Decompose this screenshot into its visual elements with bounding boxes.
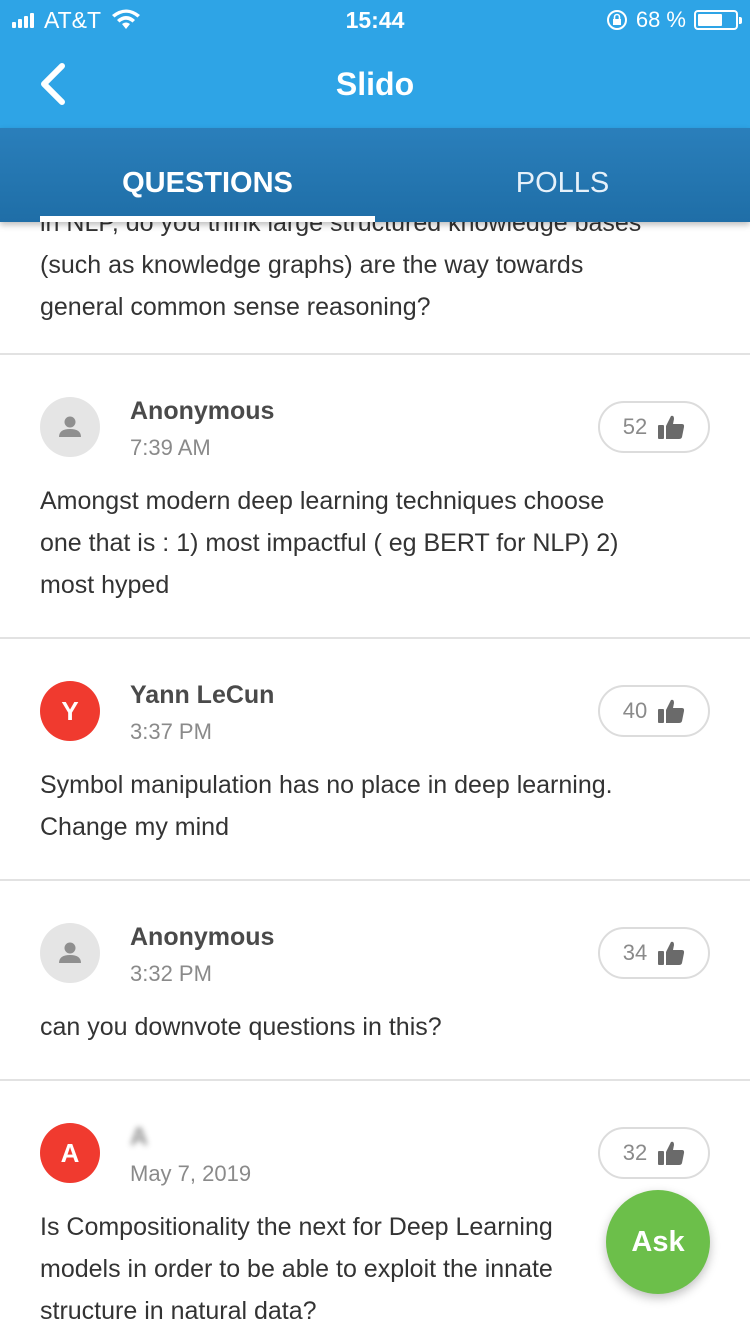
rotation-lock-icon	[606, 10, 627, 30]
question-line: (such as knowledge graphs) are the way t…	[40, 251, 584, 279]
question-line: can you downvote questions in this?	[40, 1013, 442, 1041]
battery-fill	[698, 14, 722, 26]
page-title: Slido	[335, 66, 415, 102]
like-button[interactable]: 32	[598, 1127, 710, 1179]
like-button[interactable]: 52	[598, 401, 710, 453]
like-count: 52	[622, 414, 648, 439]
question-line: in NLP, do you think large structured kn…	[40, 222, 642, 237]
avatar	[40, 397, 100, 457]
battery-percent: 68 %	[635, 7, 686, 32]
nav-bar: Slido	[0, 40, 750, 128]
question-text: Symbol manipulation has no place in deep…	[40, 764, 720, 848]
like-count: 34	[622, 940, 648, 965]
author-name: Anonymous	[130, 923, 275, 951]
question-line: Change my mind	[40, 813, 229, 841]
question-card: Anonymous 3:32 PM 34 can you downvote qu…	[0, 881, 750, 1079]
author-name: Yann LeCun	[130, 681, 275, 709]
question-line: most hyped	[40, 571, 170, 599]
thumbs-up-icon	[658, 415, 685, 439]
battery-icon	[694, 10, 742, 30]
avatar: A	[40, 1123, 100, 1183]
author-name: Anonymous	[130, 397, 275, 425]
author-name: A	[130, 1123, 149, 1151]
tab-polls[interactable]: POLLS	[375, 128, 750, 222]
like-button[interactable]: 34	[598, 927, 710, 979]
question-text: Amongst modern deep learning techniques …	[40, 480, 720, 606]
status-right: 68 %	[606, 0, 742, 40]
question-time: May 7, 2019	[130, 1161, 252, 1186]
thumbs-up-icon	[658, 941, 685, 965]
like-count: 32	[622, 1140, 648, 1165]
like-count: 40	[622, 698, 648, 723]
like-button[interactable]: 40	[598, 685, 710, 737]
status-bar: AT&T 15:44 68 %	[0, 0, 750, 40]
question-time: 3:32 PM	[130, 961, 212, 986]
questions-list[interactable]: in NLP, do you think large structured kn…	[0, 222, 750, 1334]
question-line: general common sense reasoning?	[40, 293, 431, 321]
person-icon	[59, 942, 81, 963]
question-time: 7:39 AM	[130, 435, 211, 460]
question-card: Anonymous 7:39 AM 52 Amongst modern deep…	[0, 355, 750, 637]
thumbs-up-icon	[658, 1141, 685, 1165]
tab-bar: QUESTIONS POLLS	[0, 128, 750, 222]
tab-questions[interactable]: QUESTIONS	[40, 128, 375, 222]
app-header: AT&T 15:44 68 % Slido	[0, 0, 750, 128]
question-line: one that is : 1) most impactful ( eg BER…	[40, 529, 619, 557]
question-line: Amongst modern deep learning techniques …	[40, 487, 605, 515]
person-icon	[59, 416, 81, 437]
question-line: structure in natural data?	[40, 1297, 317, 1325]
question-line: Symbol manipulation has no place in deep…	[40, 771, 613, 799]
question-time: 3:37 PM	[130, 719, 212, 744]
active-tab-indicator	[40, 216, 375, 222]
avatar: Y	[40, 681, 100, 741]
thumbs-up-icon	[658, 699, 685, 723]
ask-button[interactable]: Ask	[606, 1190, 710, 1294]
question-card: Y Yann LeCun 3:37 PM 40 Symbol manipulat…	[0, 639, 750, 879]
question-text: can you downvote questions in this?	[40, 1006, 720, 1048]
question-text-partial: in NLP, do you think large structured kn…	[0, 222, 750, 355]
avatar	[40, 923, 100, 983]
